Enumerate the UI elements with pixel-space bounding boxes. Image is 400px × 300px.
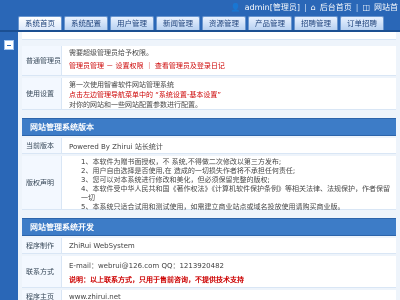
contact-note: 说明：以上联系方式，只用于售前咨询，不提供技术支持 bbox=[69, 276, 244, 284]
main-content: 普通管理员 需要超级管理员给予权限。 管理员管理 － 设置权限 ｜ 查看管理员及… bbox=[18, 32, 400, 300]
cut-row bbox=[22, 32, 396, 40]
contact-value: E-mail：webrui@126.com QQ：1213920482 说明：以… bbox=[67, 256, 396, 287]
row-current-version: 当前版本 Powered By Zhirui 站长统计 bbox=[22, 138, 396, 154]
copyright-item: 4、本软件受中华人民共和国《著作权法》《计算机软件保护条例》等相关法律、法规保护… bbox=[81, 185, 390, 202]
collapse-icon[interactable] bbox=[4, 40, 14, 50]
row-usage: 使用设置 第一次使用智睿软件网站管理系统 点击左边管理导航菜单中的 “系统设置-… bbox=[22, 78, 396, 110]
usage-line1: 第一次使用智睿软件网站管理系统 bbox=[69, 81, 174, 89]
row-label: 使用设置 bbox=[22, 78, 62, 109]
usage-line3: 对你的网站和一些网站配置参数进行配置。 bbox=[69, 101, 202, 109]
tab-recruit-manage[interactable]: 招聘管理 bbox=[294, 16, 338, 30]
row-home: 程序主页 www.zhirui.net bbox=[22, 290, 396, 300]
tab-product-manage[interactable]: 产品管理 bbox=[248, 16, 292, 30]
tab-order-recruit[interactable]: 订单招聘 bbox=[340, 16, 384, 30]
user-bar: 👤 admin[管理员] | ⌂ 后台首页 | ◫ 网站首 bbox=[231, 1, 398, 13]
row-maker: 程序制作 ZhiRui WebSystem bbox=[22, 238, 396, 254]
home-link[interactable]: www.zhirui.net bbox=[67, 290, 396, 300]
user-icon: 👤 bbox=[230, 2, 241, 12]
tab-resource-manage[interactable]: 资源管理 bbox=[202, 16, 246, 30]
row-ordinary-admin: 普通管理员 需要超级管理员给予权限。 管理员管理 － 设置权限 ｜ 查看管理员及… bbox=[22, 46, 396, 76]
top-header: 👤 admin[管理员] | ⌂ 后台首页 | ◫ 网站首 系统首页 系统配置 … bbox=[0, 0, 400, 32]
row-label: 联系方式 bbox=[22, 256, 62, 287]
row-label: 程序制作 bbox=[22, 238, 62, 253]
copyright-value: 1、本软件为赠书面授权，不 系统,不得做二次修改以第三方发布; 2、用户自由选择… bbox=[67, 156, 396, 212]
back-home-link[interactable]: 后台首页 bbox=[320, 2, 352, 13]
current-user: admin[管理员] bbox=[244, 2, 300, 12]
copyright-item: 3、您可以对本系统进行修改和美化，但必须保留完整的版权; bbox=[81, 176, 270, 184]
tab-system-config[interactable]: 系统配置 bbox=[64, 16, 108, 30]
row-label: 当前版本 bbox=[22, 138, 62, 153]
copyright-item: 2、用户自由选择是否使用,在 造成的一切损失作者将不承担任何责任; bbox=[81, 167, 296, 175]
tab-news-manage[interactable]: 新闻管理 bbox=[156, 16, 200, 30]
ordinary-admin-text1: 需要超级管理员给予权限。 bbox=[69, 49, 153, 57]
home-icon: ⌂ bbox=[310, 2, 316, 12]
copyright-list: 1、本软件为赠书面授权，不 系统,不得做二次修改以第三方发布; 2、用户自由选择… bbox=[69, 158, 394, 212]
copyright-item: 5、本系统只适合试用和测试使用，如需建立商业站点或域名投放使用请购买商业版。 bbox=[81, 203, 345, 211]
row-label: 程序主页 bbox=[22, 290, 62, 300]
copyright-item: 1、本软件为赠书面授权，不 系统,不得做二次修改以第三方发布; bbox=[81, 158, 282, 166]
section-dev-title: 网站管理系统开发 bbox=[22, 218, 396, 236]
separator: | bbox=[303, 2, 307, 12]
row-value: 需要超级管理员给予权限。 管理员管理 － 设置权限 ｜ 查看管理员及登录日记 bbox=[67, 46, 396, 75]
current-version-value: Powered By Zhirui 站长统计 bbox=[69, 143, 163, 151]
row-value: 第一次使用智睿软件网站管理系统 点击左边管理导航菜单中的 “系统设置-基本设置”… bbox=[67, 78, 396, 109]
ordinary-admin-links[interactable]: 管理员管理 － 设置权限 ｜ 查看管理员及登录日记 bbox=[69, 61, 394, 71]
row-contact: 联系方式 E-mail：webrui@126.com QQ：1213920482… bbox=[22, 256, 396, 288]
maker-value: ZhiRui WebSystem bbox=[69, 242, 135, 250]
row-label: 普通管理员 bbox=[22, 46, 62, 75]
tab-user-manage[interactable]: 用户管理 bbox=[110, 16, 154, 30]
main-nav-tabs: 系统首页 系统配置 用户管理 新闻管理 资源管理 产品管理 招聘管理 订单招聘 bbox=[18, 16, 384, 30]
separator: | bbox=[355, 2, 359, 12]
row-copyright: 版权声明 1、本软件为赠书面授权，不 系统,不得做二次修改以第三方发布; 2、用… bbox=[22, 156, 396, 212]
tab-system-home[interactable]: 系统首页 bbox=[18, 16, 62, 30]
left-sidebar bbox=[0, 32, 18, 300]
usage-line2: 点击左边管理导航菜单中的 “系统设置-基本设置” bbox=[69, 91, 222, 99]
row-label: 版权声明 bbox=[22, 156, 62, 209]
contact-email-qq: E-mail：webrui@126.com QQ：1213920482 bbox=[69, 262, 224, 270]
site-icon: ◫ bbox=[362, 2, 370, 12]
front-home-link[interactable]: 网站首 bbox=[374, 2, 398, 13]
section-version-title: 网站管理系统版本 bbox=[22, 118, 396, 136]
